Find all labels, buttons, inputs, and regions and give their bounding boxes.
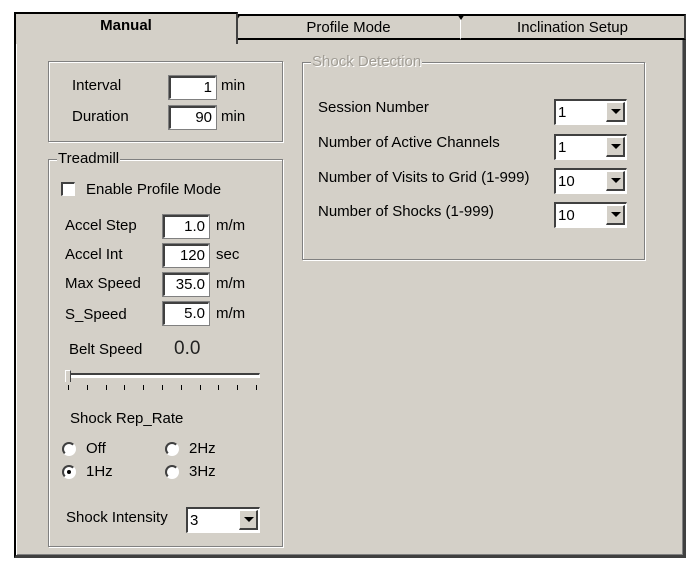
tab-profile-mode[interactable]: Profile Mode bbox=[233, 14, 462, 40]
tab-panel-manual bbox=[14, 40, 686, 558]
tab-profile-mode-label: Profile Mode bbox=[306, 19, 391, 36]
tab-inclination-setup[interactable]: Inclination Setup bbox=[457, 14, 686, 40]
tab-manual[interactable]: Manual bbox=[14, 12, 238, 44]
tab-inclination-setup-label: Inclination Setup bbox=[517, 19, 628, 36]
tab-notch bbox=[457, 14, 465, 20]
tab-manual-label: Manual bbox=[100, 17, 152, 34]
